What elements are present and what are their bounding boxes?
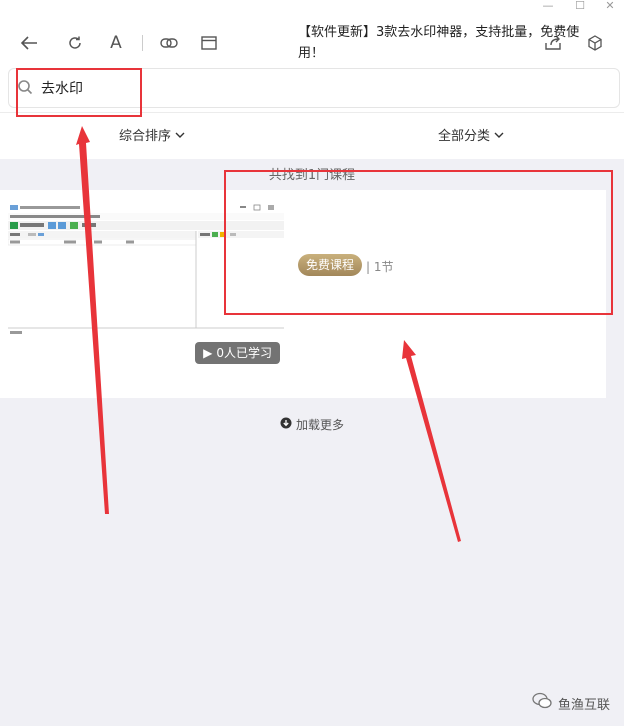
watermark: 鱼渔互联 — [532, 692, 610, 714]
annotation-arrows — [76, 126, 461, 542]
arrow-to-search — [76, 126, 109, 514]
arrow-to-result — [402, 340, 461, 542]
watermark-text: 鱼渔互联 — [557, 697, 610, 713]
wechat-icon — [532, 692, 552, 714]
